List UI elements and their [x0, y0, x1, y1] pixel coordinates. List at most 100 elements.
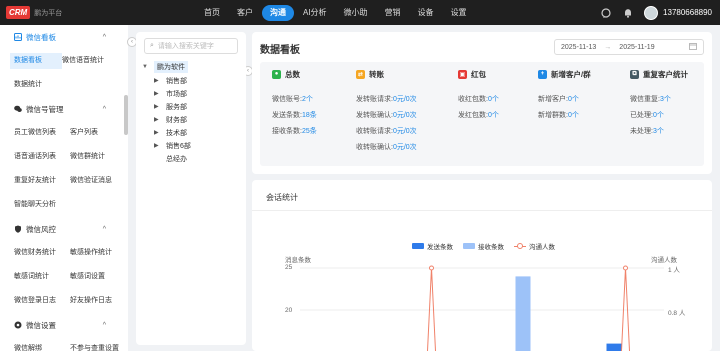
chart-bar[interactable] — [515, 276, 531, 351]
date-range-picker[interactable]: 2025-11-13 → 2025-11-19 — [554, 39, 704, 55]
dashboard-panel: 数据看板 2025-11-13 → 2025-11-19 ● 总数 微信账号:2个发… — [252, 32, 712, 174]
stat-value[interactable]: 0元/0次 — [393, 128, 417, 135]
stat-label: 未处理: — [630, 128, 653, 135]
nav-item-6[interactable]: 设备 — [410, 5, 442, 21]
user-phone[interactable]: 13780668890 — [663, 8, 712, 17]
stat-value[interactable]: 0个 — [488, 112, 499, 119]
tree-node[interactable]: ▶ 技术部 — [154, 126, 246, 139]
wechat-icon: ● — [272, 69, 281, 79]
nav-item-4[interactable]: 微小助 — [336, 5, 376, 21]
tree-node[interactable]: ▶ 市场部 — [154, 87, 246, 100]
sidebar-item[interactable]: 数据统计 — [14, 77, 42, 93]
sidebar-row: 数据看板 微信语音统计 — [0, 49, 128, 73]
chart-line-point[interactable] — [429, 265, 434, 271]
search-icon: ⌕ — [150, 42, 154, 49]
sidebar-item[interactable]: 数据看板 — [10, 53, 62, 69]
sidebar-item[interactable]: 微信群统计 — [70, 149, 126, 165]
tree-root[interactable]: ▼ 鹏为软件 — [142, 60, 246, 74]
sidebar-item[interactable]: 好友操作日志 — [70, 293, 126, 309]
sidebar-item[interactable]: 不参与查重设置 — [70, 341, 126, 351]
stat-value[interactable]: 0个 — [653, 112, 664, 119]
caret-down-icon[interactable]: ▼ — [142, 64, 148, 70]
stat-value[interactable]: 3个 — [653, 128, 664, 135]
stat-value[interactable]: 18条 — [302, 112, 317, 119]
stat-line: 发送条数:18条 — [272, 108, 317, 124]
sidebar-group-2[interactable]: 微信风控 ^ — [0, 217, 128, 241]
date-start[interactable]: 2025-11-13 — [561, 44, 596, 51]
caret-right-icon[interactable]: ▶ — [154, 116, 159, 123]
nav-item-1[interactable]: 客户 — [229, 5, 261, 21]
shield-icon — [14, 225, 22, 233]
tree-search-input[interactable]: ⌕ 请输入搜索关键字 — [144, 38, 238, 54]
stat-label: 发转账请求: — [356, 96, 393, 103]
stat-value[interactable]: 0个 — [488, 96, 499, 103]
top-nav-bar: CRM 鹏为平台 首页 客户 沟通 AI分析 微小助 营销 设备 设置 13780668890 — [0, 0, 720, 25]
nav-item-0[interactable]: 首页 — [196, 5, 228, 21]
avatar[interactable] — [644, 5, 659, 20]
chart-line-segment — [625, 267, 630, 351]
stat-line: 收红包数:0个 — [458, 92, 499, 108]
tree-node[interactable]: ▶ 销售部 — [154, 74, 246, 87]
sidebar-group-3[interactable]: 微信设置 ^ — [0, 313, 128, 337]
chevron-up-icon[interactable]: ^ — [103, 106, 106, 113]
message-icon[interactable] — [600, 7, 612, 19]
sidebar-item[interactable]: 微信验证消息 — [70, 173, 126, 189]
wechat-icon — [14, 105, 22, 113]
caret-right-icon[interactable]: ▶ — [154, 90, 159, 97]
calendar-icon[interactable] — [689, 42, 697, 52]
stat-card: ⇄ 转账 发转账请求:0元/0次 发转账确认:0元/0次 收转账请求:0元/0次 收转账确… — [356, 68, 417, 156]
chart-line-point[interactable] — [623, 265, 628, 271]
session-chart — [300, 265, 664, 351]
chevron-up-icon[interactable]: ^ — [103, 34, 106, 41]
sidebar-group-0[interactable]: 微信看板 ^ — [0, 25, 128, 49]
sidebar-item[interactable]: 重复好友统计 — [14, 173, 70, 189]
logo[interactable]: CRM 鹏为平台 — [6, 6, 62, 19]
caret-right-icon[interactable]: ▶ — [154, 103, 159, 110]
chevron-up-icon[interactable]: ^ — [103, 226, 106, 233]
tree-node[interactable]: 总经办 — [154, 152, 246, 165]
stat-title: 转账 — [369, 69, 384, 79]
nav-item-3[interactable]: AI分析 — [295, 5, 335, 21]
stat-value[interactable]: 3个 — [660, 96, 671, 103]
stat-label: 收转账确认: — [356, 144, 393, 151]
nav-item-2[interactable]: 沟通 — [262, 4, 294, 21]
chart-bar[interactable] — [606, 343, 622, 351]
sidebar-item[interactable]: 语音通话列表 — [14, 149, 70, 165]
stat-value[interactable]: 25条 — [302, 128, 317, 135]
stat-label: 新增客户: — [538, 96, 568, 103]
sidebar-item[interactable]: 敏感词统计 — [14, 269, 70, 285]
tree-node[interactable]: ▶ 服务部 — [154, 100, 246, 113]
sidebar-scrollbar[interactable] — [124, 95, 128, 135]
sidebar-item[interactable]: 员工微信列表 — [14, 125, 70, 141]
stat-value[interactable]: 0个 — [568, 112, 579, 119]
sidebar-group-1[interactable]: 微信号管理 ^ — [0, 97, 128, 121]
sidebar-item[interactable]: 客户列表 — [70, 125, 126, 141]
sidebar-item[interactable]: 微信语音统计 — [62, 53, 118, 69]
stat-line: 新增客户:0个 — [538, 92, 591, 108]
tree-node[interactable]: ▶ 销售6部 — [154, 139, 246, 152]
stat-value[interactable]: 0个 — [568, 96, 579, 103]
caret-right-icon[interactable]: ▶ — [154, 129, 159, 136]
tree-node[interactable]: ▶ 财务部 — [154, 113, 246, 126]
sidebar-item[interactable]: 微信财务统计 — [14, 245, 70, 261]
sidebar-item[interactable]: 敏感操作统计 — [70, 245, 126, 261]
caret-right-icon[interactable]: ▶ — [154, 142, 159, 149]
date-end[interactable]: 2025-11-19 — [619, 44, 654, 51]
sidebar-item[interactable]: 智能聊天分析 — [14, 197, 56, 213]
sidebar-item[interactable]: 微信解绑 — [14, 341, 70, 351]
stat-value[interactable]: 0元/0次 — [393, 96, 417, 103]
bell-icon[interactable] — [622, 7, 634, 19]
stat-title: 红包 — [471, 69, 486, 79]
stat-value[interactable]: 2个 — [302, 96, 313, 103]
stat-value[interactable]: 0元/0次 — [393, 112, 417, 119]
stat-head: ⧉ 重复客户统计 — [630, 68, 688, 80]
nav-item-7[interactable]: 设置 — [443, 5, 475, 21]
sidebar-item[interactable]: 敏感词设置 — [70, 269, 126, 285]
stat-value[interactable]: 0元/0次 — [393, 144, 417, 151]
settings-icon — [14, 321, 22, 329]
tree-node-label: 市场部 — [166, 90, 187, 98]
chevron-up-icon[interactable]: ^ — [103, 322, 106, 329]
nav-item-5[interactable]: 营销 — [377, 5, 409, 21]
caret-right-icon[interactable]: ▶ — [154, 77, 159, 84]
sidebar-item[interactable]: 微信登录日志 — [14, 293, 70, 309]
